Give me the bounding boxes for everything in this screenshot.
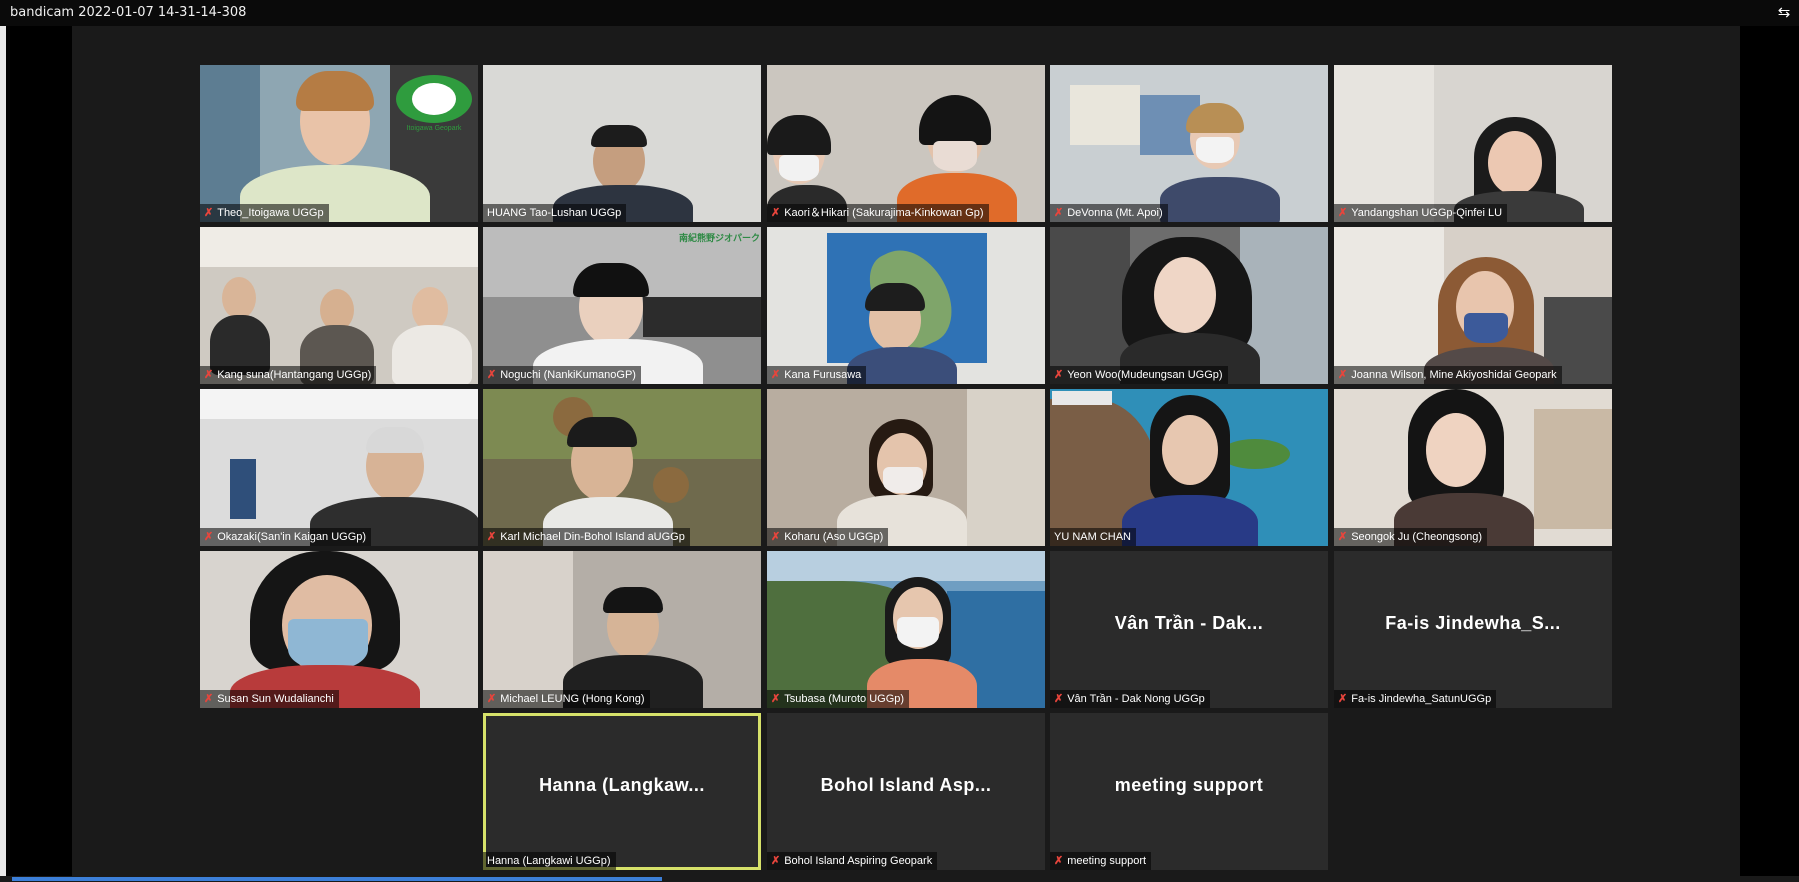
participant-name-label: ✗ Tsubasa (Muroto UGGp) bbox=[767, 690, 910, 708]
mute-icon: ✗ bbox=[204, 531, 214, 543]
participant-display-name: Vân Trần - Dak... bbox=[1114, 613, 1264, 633]
participant-video bbox=[1334, 65, 1612, 222]
overlay-logo-text: Itoigawa Geopark bbox=[406, 125, 462, 132]
video-tile[interactable]: ✗ Kana Furusawa bbox=[767, 227, 1045, 384]
window-title: bandicam 2022-01-07 14-31-14-308 bbox=[10, 5, 247, 20]
participant-name-label: ✗ Susan Sun Wudalianchi bbox=[200, 690, 339, 708]
participant-name-label: ✗ Theo_Itoigawa UGGp bbox=[200, 204, 329, 222]
participant-name-label: ✗ Yeon Woo(Mudeungsan UGGp) bbox=[1050, 366, 1228, 384]
participant-name-label: Hanna (Langkawi UGGp) bbox=[483, 852, 616, 870]
participant-video: Itoigawa Geopark bbox=[200, 65, 478, 222]
video-tile[interactable]: Itoigawa Geopark ✗ Theo_Itoigawa UGGp bbox=[200, 65, 478, 222]
participant-video bbox=[1334, 227, 1612, 384]
mute-icon: ✗ bbox=[1054, 207, 1064, 219]
participant-display-name: meeting support bbox=[1114, 775, 1264, 795]
right-bar bbox=[1740, 26, 1799, 876]
participant-video bbox=[767, 551, 1045, 708]
video-tile[interactable]: Vân Trần - Dak... ✗ Vân Trần - Dak Nong U… bbox=[1050, 551, 1328, 708]
participant-video bbox=[1050, 227, 1328, 384]
mute-icon: ✗ bbox=[204, 369, 214, 381]
mute-icon: ✗ bbox=[487, 531, 497, 543]
mute-icon: ✗ bbox=[1054, 369, 1064, 381]
mute-icon: ✗ bbox=[1338, 531, 1348, 543]
participant-video bbox=[767, 227, 1045, 384]
participant-name-label: ✗ Fa-is Jindewha_SatunUGGp bbox=[1334, 690, 1497, 708]
mute-icon: ✗ bbox=[1054, 693, 1064, 705]
video-tile[interactable]: Bohol Island Asp... ✗ Bohol Island Aspiri… bbox=[767, 713, 1045, 870]
participant-video bbox=[200, 551, 478, 708]
video-tile[interactable]: ✗ Okazaki(San'in Kaigan UGGp) bbox=[200, 389, 478, 546]
video-tile[interactable]: ✗ Yandangshan UGGp-Qinfei LU bbox=[1334, 65, 1612, 222]
participant-name-label: ✗ Bohol Island Aspiring Geopark bbox=[767, 852, 938, 870]
video-tile[interactable]: YU NAM CHAN bbox=[1050, 389, 1328, 546]
video-tile[interactable]: ✗ Tsubasa (Muroto UGGp) bbox=[767, 551, 1045, 708]
participant-name-label: ✗ Kang suna(Hantangang UGGp) bbox=[200, 366, 377, 384]
video-tile[interactable]: ✗ Susan Sun Wudalianchi bbox=[200, 551, 478, 708]
overlay-logo-text: 南紀熊野ジオパーク bbox=[679, 233, 761, 243]
progress-fill bbox=[12, 877, 662, 881]
left-edge bbox=[0, 26, 6, 876]
participant-name-label: ✗ Seongok Ju (Cheongsong) bbox=[1334, 528, 1488, 546]
participant-video bbox=[483, 65, 761, 222]
recorder-titlebar: bandicam 2022-01-07 14-31-14-308 ⇆ bbox=[0, 0, 1799, 26]
mute-icon: ✗ bbox=[487, 369, 497, 381]
participant-name-label: HUANG Tao-Lushan UGGp bbox=[483, 204, 627, 222]
participant-display-name: Bohol Island Asp... bbox=[820, 775, 992, 795]
mute-icon: ✗ bbox=[771, 855, 781, 867]
participant-name-label: ✗ Noguchi (NankiKumanoGP) bbox=[483, 366, 641, 384]
participant-video bbox=[767, 389, 1045, 546]
participant-video bbox=[483, 389, 761, 546]
mute-icon: ✗ bbox=[771, 369, 781, 381]
participant-video bbox=[1334, 389, 1612, 546]
video-tile-active-speaker[interactable]: Hanna (Langkaw... Hanna (Langkawi UGGp) bbox=[483, 713, 761, 870]
video-tile[interactable]: ✗ Michael LEUNG (Hong Kong) bbox=[483, 551, 761, 708]
participant-video bbox=[483, 551, 761, 708]
video-tile[interactable]: ✗ Kaori＆Hikari (Sakurajima-Kinkowan Gp) bbox=[767, 65, 1045, 222]
mute-icon: ✗ bbox=[487, 693, 497, 705]
participant-video: 南紀熊野ジオパーク bbox=[483, 227, 761, 384]
mute-icon: ✗ bbox=[1054, 855, 1064, 867]
mute-icon: ✗ bbox=[204, 207, 214, 219]
video-tile[interactable]: ✗ Seongok Ju (Cheongsong) bbox=[1334, 389, 1612, 546]
mute-icon: ✗ bbox=[1338, 369, 1348, 381]
video-tile[interactable]: ✗ Joanna Wilson, Mine Akiyoshidai Geopark bbox=[1334, 227, 1612, 384]
participant-name-label: YU NAM CHAN bbox=[1050, 528, 1137, 546]
participant-name-label: ✗ Karl Michael Din-Bohol Island aUGGp bbox=[483, 528, 690, 546]
participant-name-label: ✗ meeting support bbox=[1050, 852, 1152, 870]
video-tile[interactable]: 南紀熊野ジオパーク ✗ Noguchi (NankiKumanoGP) bbox=[483, 227, 761, 384]
video-tile[interactable]: Fa-is Jindewha_S... ✗ Fa-is Jindewha_Satu… bbox=[1334, 551, 1612, 708]
mute-icon: ✗ bbox=[771, 693, 781, 705]
video-tile[interactable]: ✗ Koharu (Aso UGGp) bbox=[767, 389, 1045, 546]
participant-name-label: ✗ Kana Furusawa bbox=[767, 366, 867, 384]
mute-icon: ✗ bbox=[1338, 207, 1348, 219]
participant-name-label: ✗ Koharu (Aso UGGp) bbox=[767, 528, 889, 546]
mute-icon: ✗ bbox=[204, 693, 214, 705]
participant-name-label: ✗ Kaori＆Hikari (Sakurajima-Kinkowan Gp) bbox=[767, 204, 989, 222]
video-tile[interactable]: ✗ Karl Michael Din-Bohol Island aUGGp bbox=[483, 389, 761, 546]
participant-display-name: Hanna (Langkaw... bbox=[539, 775, 705, 795]
participant-name-label: ✗ Michael LEUNG (Hong Kong) bbox=[483, 690, 650, 708]
recording-progress-bar bbox=[0, 876, 1799, 882]
mute-icon: ✗ bbox=[771, 531, 781, 543]
gallery-layout-icon[interactable]: ⇆ bbox=[1775, 4, 1793, 22]
participant-video bbox=[767, 65, 1045, 222]
participant-name-label: ✗ Vân Trần - Dak Nong UGGp bbox=[1050, 690, 1210, 708]
participant-video bbox=[200, 389, 478, 546]
video-tile[interactable]: ✗ Yeon Woo(Mudeungsan UGGp) bbox=[1050, 227, 1328, 384]
participant-name-label: ✗ DeVonna (Mt. Apoi) bbox=[1050, 204, 1168, 222]
mute-icon: ✗ bbox=[771, 207, 781, 219]
video-tile[interactable]: ✗ Kang suna(Hantangang UGGp) bbox=[200, 227, 478, 384]
participant-name-label: ✗ Joanna Wilson, Mine Akiyoshidai Geopark bbox=[1334, 366, 1562, 384]
video-tile[interactable]: ✗ DeVonna (Mt. Apoi) bbox=[1050, 65, 1328, 222]
participant-video bbox=[200, 227, 478, 384]
participant-video bbox=[1050, 389, 1328, 546]
participant-display-name: Fa-is Jindewha_S... bbox=[1385, 613, 1561, 633]
mute-icon: ✗ bbox=[1338, 693, 1348, 705]
participant-name-label: ✗ Okazaki(San'in Kaigan UGGp) bbox=[200, 528, 372, 546]
participant-name-label: ✗ Yandangshan UGGp-Qinfei LU bbox=[1334, 204, 1508, 222]
participant-video bbox=[1050, 65, 1328, 222]
video-tile[interactable]: meeting support ✗ meeting support bbox=[1050, 713, 1328, 870]
video-tile[interactable]: HUANG Tao-Lushan UGGp bbox=[483, 65, 761, 222]
